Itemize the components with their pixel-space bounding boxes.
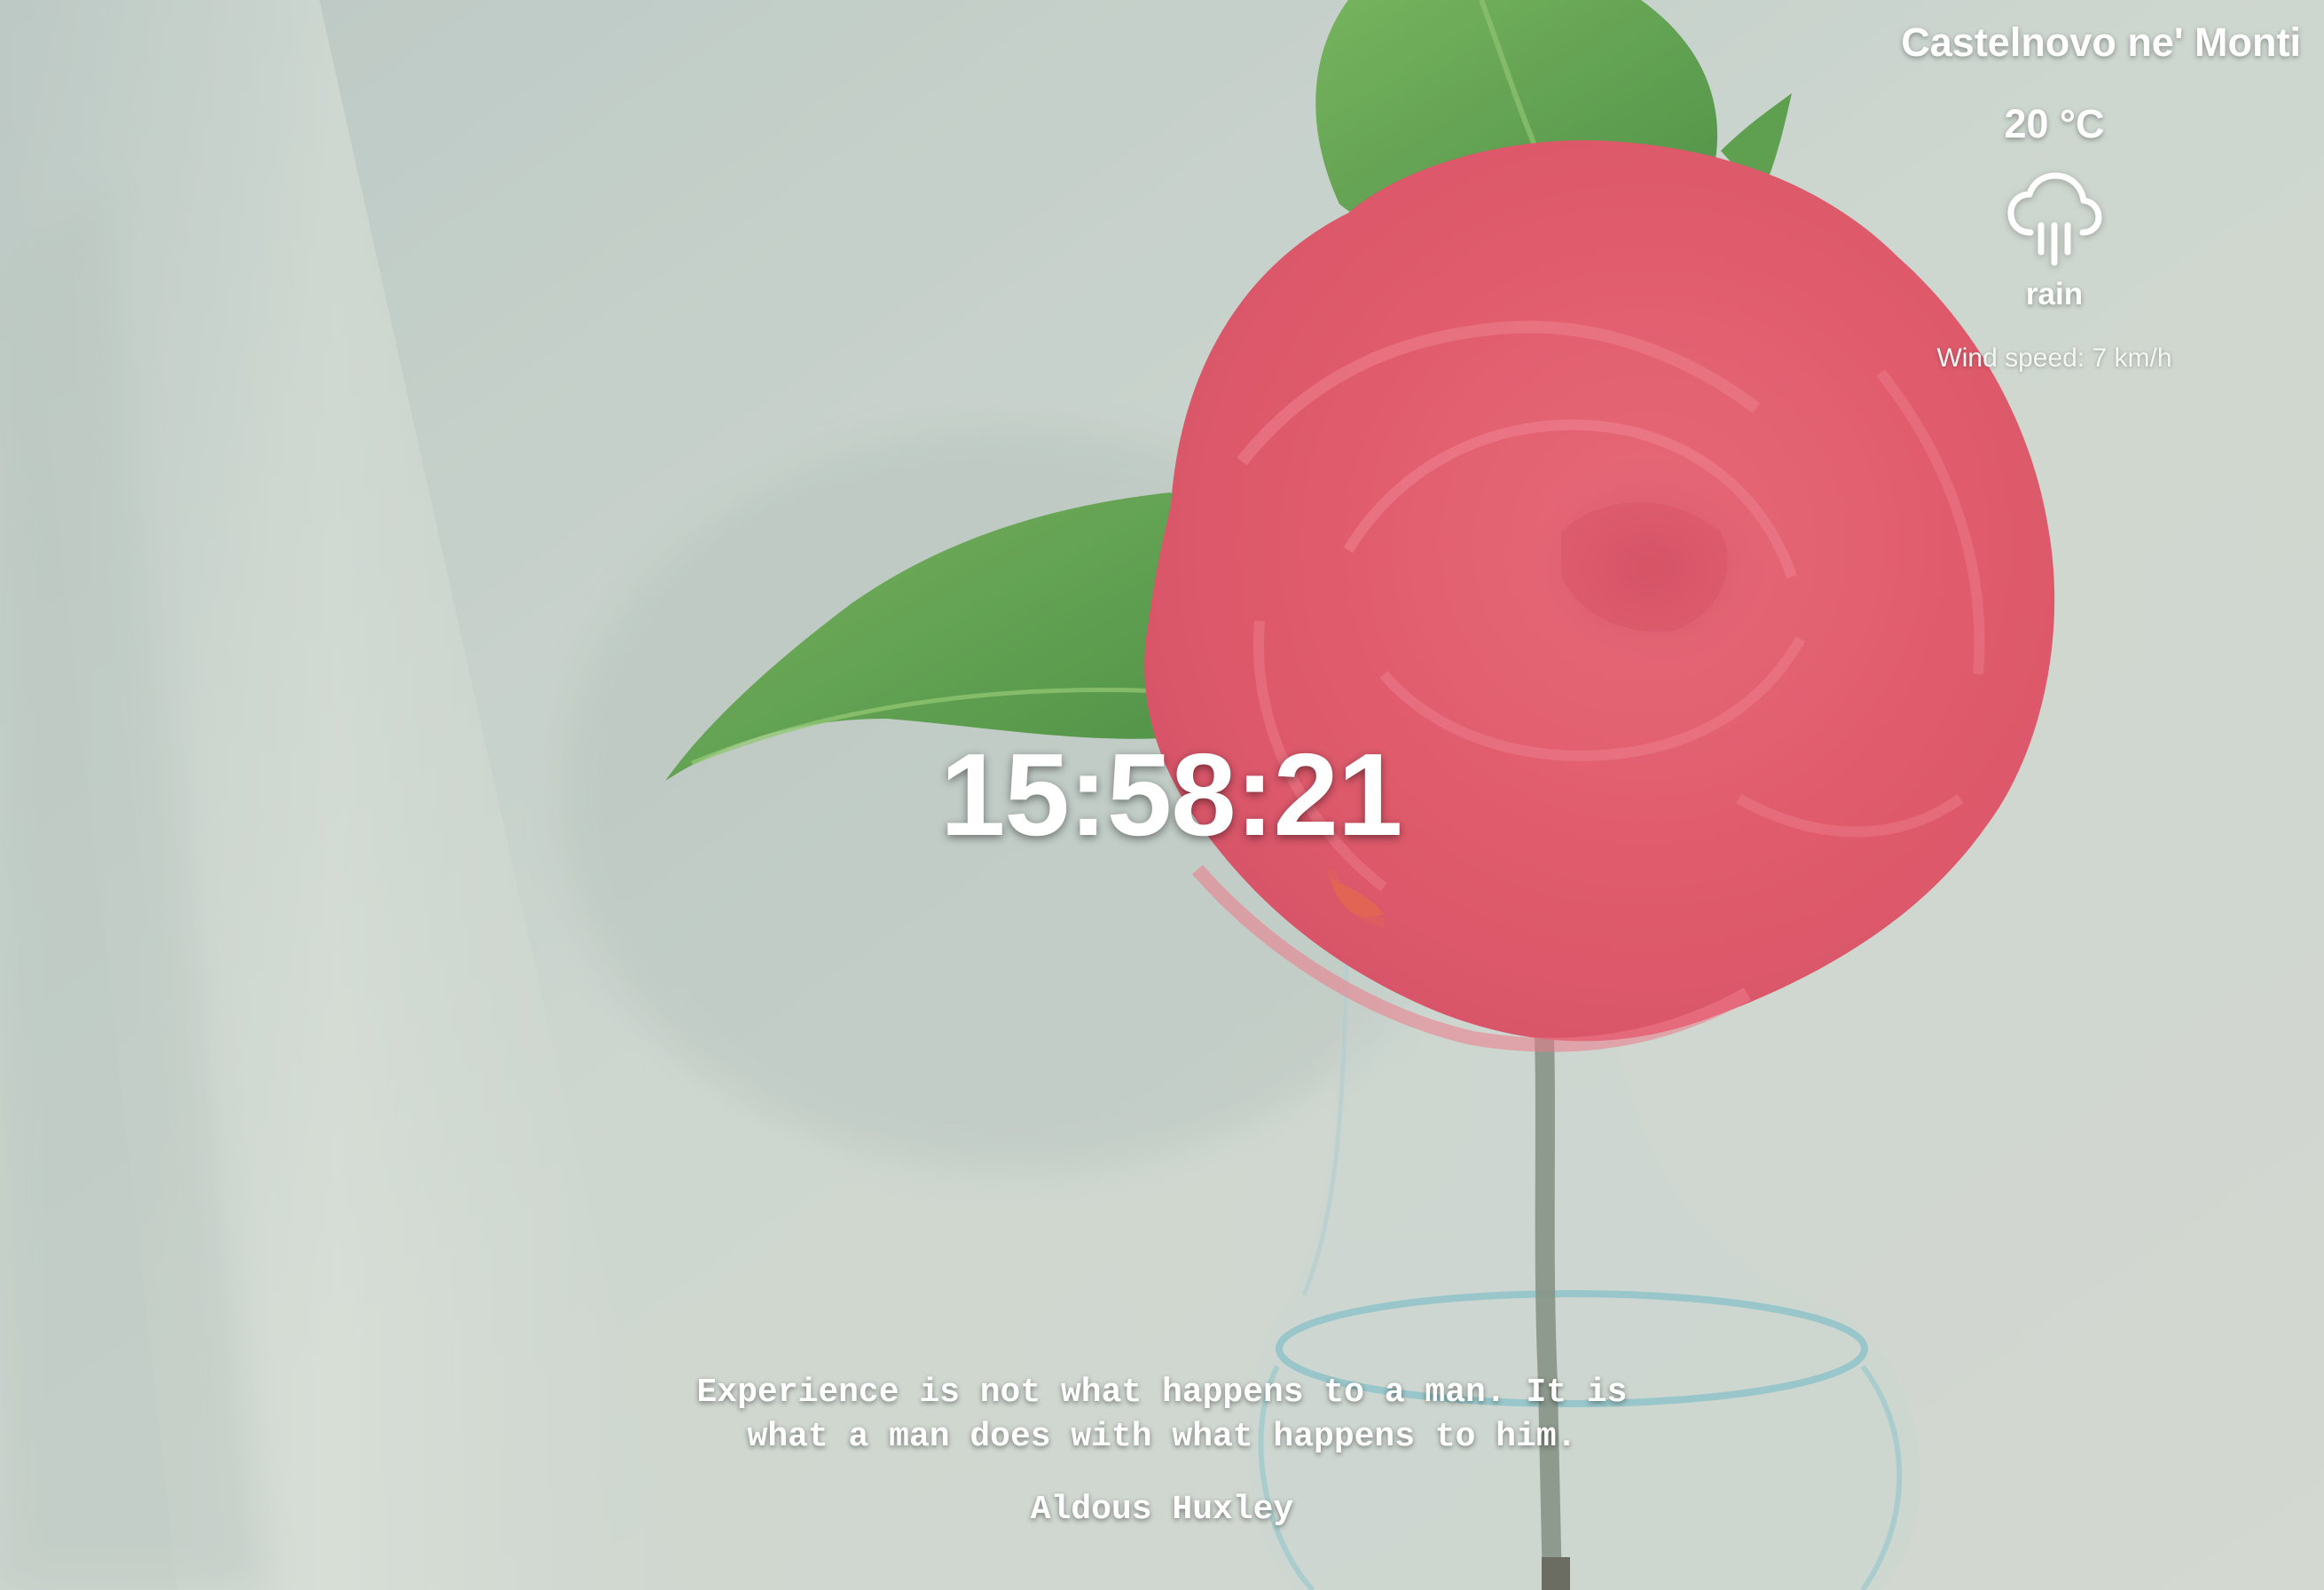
weather-wind-speed: Wind speed: 7 km/h (1936, 343, 2172, 373)
weather-temperature: 20 °C (2004, 101, 2105, 146)
quote-text: Experience is not what happens to a man.… (541, 1371, 1783, 1460)
quote-text-line-1: Experience is not what happens to a man.… (696, 1374, 1628, 1412)
quote-text-line-2: what a man does with what happens to him… (747, 1418, 1577, 1456)
weather-widget: Castelnovo ne' Monti 20 °C rain Wind spe… (1806, 16, 2303, 376)
quote-block: Experience is not what happens to a man.… (541, 1371, 1783, 1532)
weather-city: Castelnovo ne' Monti (1901, 20, 2301, 65)
rain-cloud-icon (2006, 170, 2103, 268)
clock-time: 15:58:21 (940, 729, 1402, 860)
quote-author: Aldous Huxley (1030, 1491, 1294, 1529)
weather-condition: rain (2025, 277, 2084, 311)
